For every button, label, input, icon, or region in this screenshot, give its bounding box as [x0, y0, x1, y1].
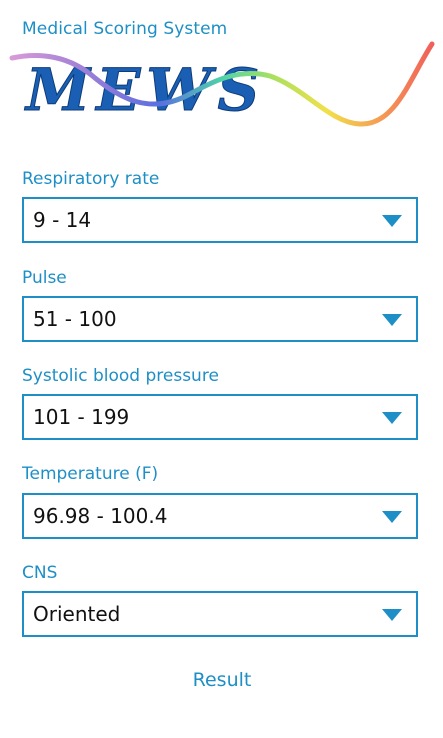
pulse-value: 51 - 100	[33, 307, 117, 331]
logo-text: MEWS	[24, 56, 265, 124]
respiratory-rate-select[interactable]: 9 - 14	[22, 197, 418, 243]
dropdown-arrow-icon	[382, 412, 402, 424]
cns-value: Oriented	[33, 602, 121, 626]
respiratory-rate-label: Respiratory rate	[22, 169, 160, 189]
temperature-label: Temperature (F)	[22, 464, 159, 484]
temperature-select[interactable]: 96.98 - 100.4	[22, 493, 418, 539]
systolic-bp-label: Systolic blood pressure	[22, 366, 219, 386]
dropdown-arrow-icon	[382, 609, 402, 621]
pulse-select[interactable]: 51 - 100	[22, 296, 418, 342]
cns-select[interactable]: Oriented	[22, 591, 418, 637]
cns-label: CNS	[22, 563, 58, 583]
pulse-label: Pulse	[22, 268, 67, 288]
dropdown-arrow-icon	[382, 511, 402, 523]
respiratory-rate-value: 9 - 14	[33, 208, 92, 232]
systolic-bp-select[interactable]: 101 - 199	[22, 394, 418, 440]
systolic-bp-value: 101 - 199	[33, 405, 130, 429]
app-title: Medical Scoring System	[22, 19, 228, 39]
dropdown-arrow-icon	[382, 215, 402, 227]
temperature-value: 96.98 - 100.4	[33, 504, 168, 528]
mews-logo: MEWS	[0, 38, 443, 138]
dropdown-arrow-icon	[382, 314, 402, 326]
result-button[interactable]: Result	[172, 669, 272, 699]
